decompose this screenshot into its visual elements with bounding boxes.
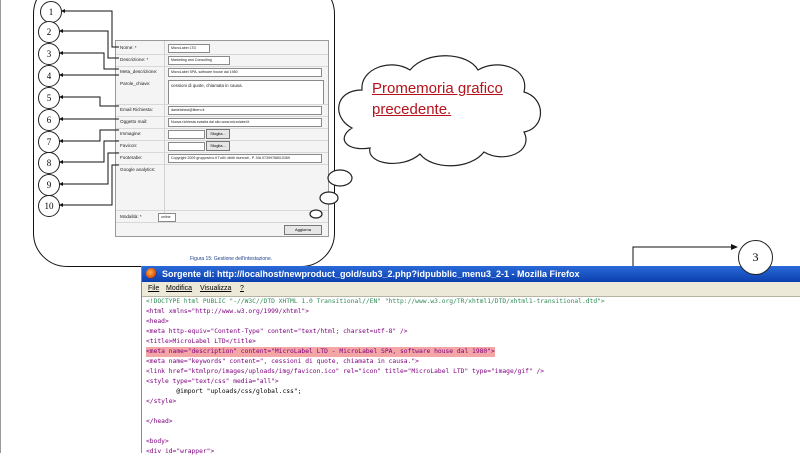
form-row-descrizione: Descrizione: * Marketing and Consulting bbox=[116, 54, 328, 66]
header-settings-form: Nome: * MicroLabel LTD Descrizione: * Ma… bbox=[115, 40, 329, 237]
code-line-style-close: </style> bbox=[146, 398, 177, 405]
form-row-favicon: Favicon: Sfoglia... bbox=[116, 140, 328, 152]
code-line-import: @import "uploads/css/global.css"; bbox=[146, 388, 302, 395]
menu-modifica[interactable]: Modifica bbox=[166, 282, 192, 296]
circle-5: 5 bbox=[38, 87, 60, 109]
immagine-browse-button[interactable]: Sfoglia... bbox=[206, 129, 230, 139]
code-line-meta-description-highlighted: <meta name="description" content="MicroL… bbox=[146, 347, 495, 357]
form-row-nome: Nome: * MicroLabel LTD bbox=[116, 42, 328, 54]
nome-input[interactable]: MicroLabel LTD bbox=[168, 44, 210, 53]
footer-input[interactable]: Copyright 2009 gruppovivo.it Tutti i dir… bbox=[168, 154, 322, 163]
menu-visualizza[interactable]: Visualizza bbox=[200, 282, 231, 296]
aggiorna-button[interactable]: Aggiorna bbox=[284, 225, 322, 235]
modalita-label: Modalità: * bbox=[120, 214, 142, 219]
window-title: Sorgente di: http://localhost/newproduct… bbox=[162, 269, 580, 279]
row-divider bbox=[116, 222, 328, 223]
menu-bar: File Modifica Visualizza ? bbox=[142, 282, 800, 297]
meta-descrizione-label: Meta_descrizione: bbox=[120, 69, 158, 74]
circle-6: 6 bbox=[38, 109, 60, 131]
code-line-title: <title>MicroLabel LTD</title> bbox=[146, 338, 256, 345]
circle-9: 9 bbox=[38, 174, 60, 196]
circle-10: 10 bbox=[38, 195, 60, 217]
form-row-meta-descrizione: Meta_descrizione: MicroLabel SPA, softwa… bbox=[116, 66, 328, 78]
parole-chiave-textarea[interactable]: cessioni di quote, chiamata in causa. bbox=[168, 80, 324, 105]
footer-label: Footerabe: bbox=[120, 155, 143, 160]
browser-window: Sorgente di: http://localhost/newproduct… bbox=[141, 266, 800, 455]
code-line-link-icon: <link href="ktmlpro/images/uploads/img/f… bbox=[146, 368, 545, 375]
window-titlebar: Sorgente di: http://localhost/newproduct… bbox=[142, 266, 800, 282]
reminder-text: Promemoria grafico precedente. bbox=[372, 80, 503, 118]
code-line-head: <head> bbox=[146, 318, 169, 325]
figure-caption: Figura 15: Gestione dell'intestazione. bbox=[190, 256, 273, 262]
descrizione-input[interactable]: Marketing and Consulting bbox=[168, 56, 230, 65]
code-line-head-close: </head> bbox=[146, 418, 173, 425]
form-row-oggetto-mail: Oggetto mail: Nuova richiesta evasita da… bbox=[116, 116, 328, 128]
code-line-style-open: <style type="text/css" media="all"> bbox=[146, 378, 279, 385]
google-analytics-label: Google analytics: bbox=[120, 167, 156, 172]
form-row-google-analytics: Google analytics: bbox=[116, 164, 328, 212]
meta-descrizione-input[interactable]: MicroLabel SPA, software house dal 1980 bbox=[168, 68, 322, 77]
callout-circle-3: 3 bbox=[738, 240, 773, 275]
form-row-immagine: Immagine: Sfoglia... bbox=[116, 128, 328, 140]
code-line-div-wrapper: <div id="wrapper"> bbox=[146, 448, 215, 455]
email-input[interactable]: danielaheci@libero.it bbox=[168, 106, 322, 115]
circle-3: 3 bbox=[38, 43, 60, 65]
oggetto-mail-label: Oggetto mail: bbox=[120, 119, 148, 124]
parole-chiave-label: Parole_chiave: bbox=[120, 81, 151, 86]
code-line-meta-keywords: <meta name="keywords" content=", cession… bbox=[146, 358, 419, 365]
favicon-label: Favicon: bbox=[120, 143, 138, 148]
code-line-meta-content-type: <meta http-equiv="Content-Type" content=… bbox=[146, 328, 408, 335]
form-row-email: Email Richiesta: danielaheci@libero.it bbox=[116, 104, 328, 116]
immagine-label: Immagine: bbox=[120, 131, 142, 136]
circle-2: 2 bbox=[38, 21, 60, 43]
oggetto-mail-input[interactable]: Nuova richiesta evasita dal sito www.mic… bbox=[168, 118, 322, 127]
form-row-footer: Footerabe: Copyright 2009 gruppovivo.it … bbox=[116, 152, 328, 164]
form-row-parole-chiave: Parole_chiave: cessioni di quote, chiama… bbox=[116, 78, 328, 105]
circle-4: 4 bbox=[38, 65, 60, 87]
nome-label: Nome: * bbox=[120, 45, 137, 50]
immagine-file-input[interactable] bbox=[168, 130, 205, 139]
favicon-browse-button[interactable]: Sfoglia... bbox=[206, 141, 230, 151]
menu-file[interactable]: File bbox=[148, 282, 159, 296]
circle-8: 8 bbox=[38, 152, 60, 174]
code-line-html: <html xmlns="http://www.w3.org/1999/xhtm… bbox=[146, 308, 310, 315]
page-left-border bbox=[0, 0, 1, 453]
modalita-select[interactable]: online bbox=[158, 213, 176, 222]
firefox-icon bbox=[146, 268, 157, 279]
favicon-file-input[interactable] bbox=[168, 142, 205, 151]
menu-help[interactable]: ? bbox=[240, 282, 244, 296]
descrizione-label: Descrizione: * bbox=[120, 57, 149, 62]
email-label: Email Richiesta: bbox=[120, 107, 153, 112]
circle-1: 1 bbox=[40, 1, 62, 23]
code-line-body: <body> bbox=[146, 438, 169, 445]
code-line-doctype: <!DOCTYPE html PUBLIC "-//W3C//DTD XHTML… bbox=[146, 298, 605, 305]
circle-7: 7 bbox=[38, 131, 60, 153]
